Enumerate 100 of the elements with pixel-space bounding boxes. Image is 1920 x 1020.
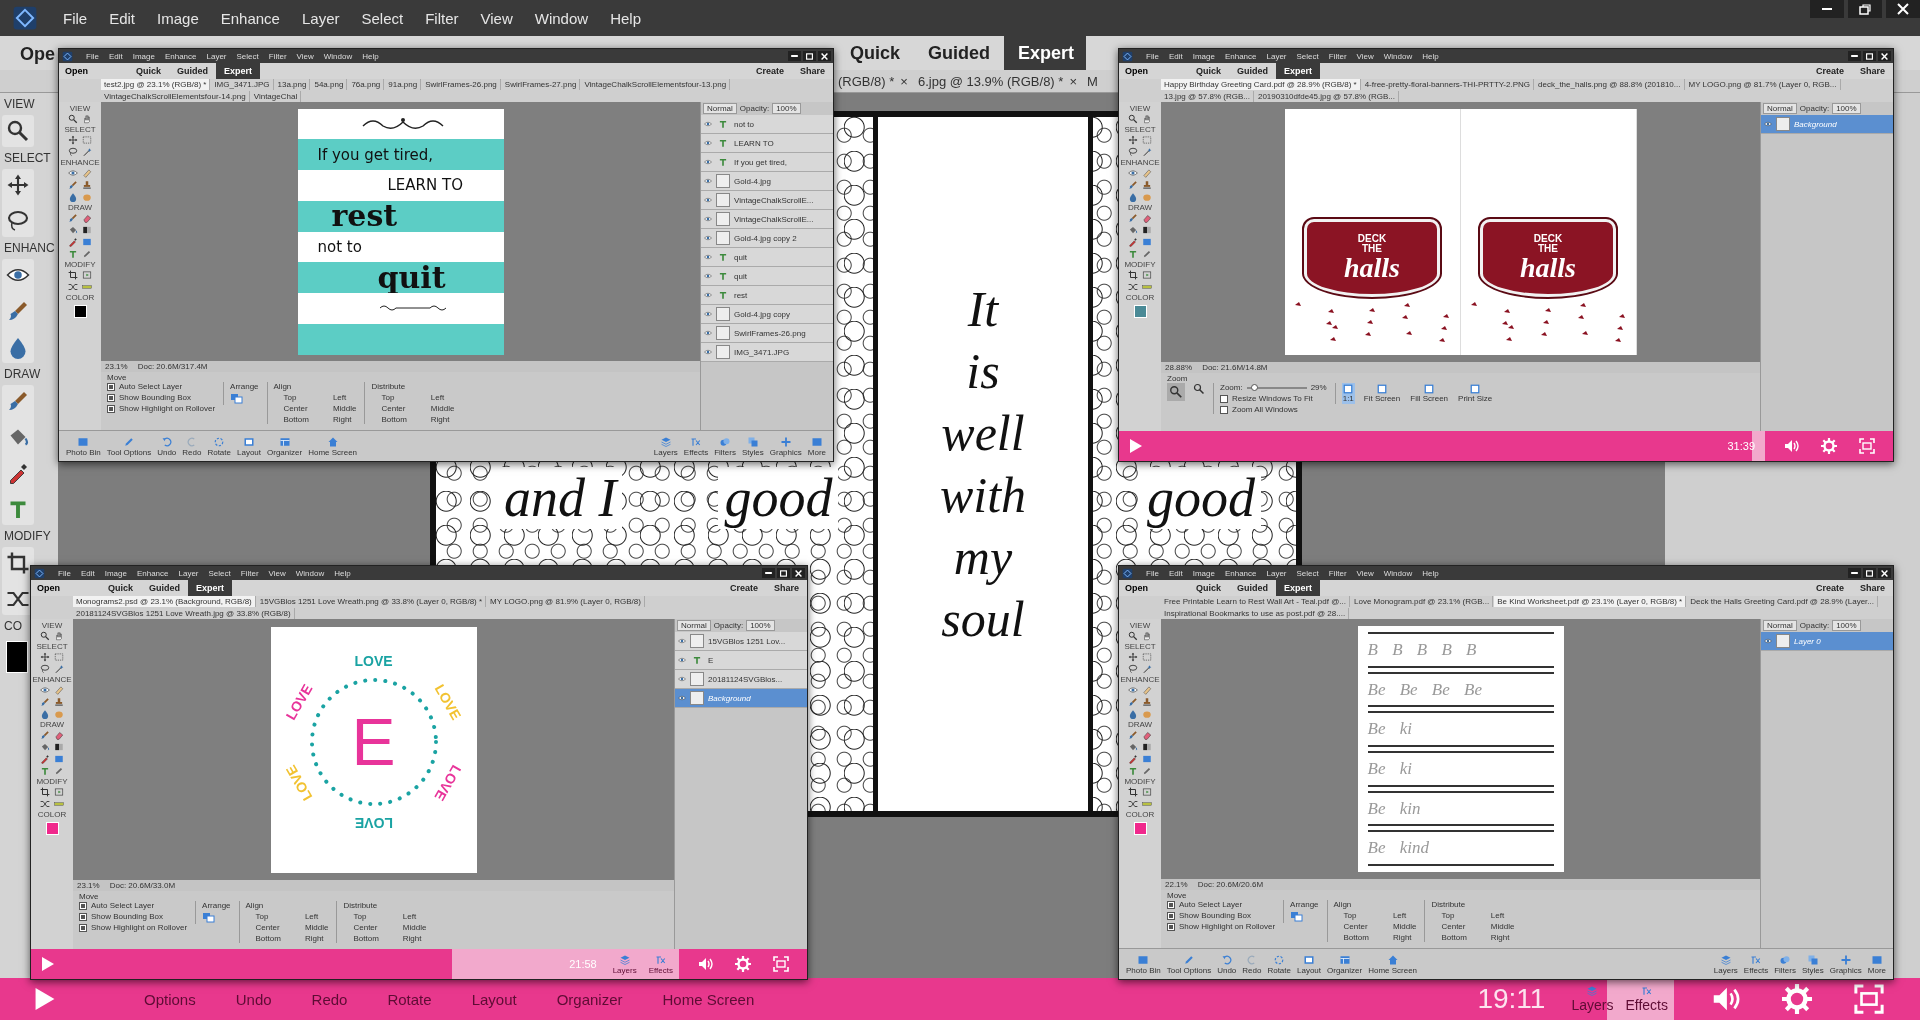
align-option[interactable]: Top xyxy=(1333,911,1369,920)
menu-item[interactable]: Image xyxy=(1187,568,1220,578)
bucket-icon[interactable] xyxy=(1128,742,1138,752)
layer-row[interactable]: not to xyxy=(701,115,833,134)
mode-tab[interactable]: Expert xyxy=(216,63,261,79)
menu-item[interactable]: Layer xyxy=(201,51,232,61)
foreground-color-swatch[interactable] xyxy=(1133,822,1147,835)
toolbar-button[interactable]: Graphics xyxy=(1826,953,1865,975)
menu-item[interactable]: Window xyxy=(1378,51,1418,61)
wand-icon[interactable] xyxy=(1142,664,1152,674)
toolbar-button[interactable]: Layout xyxy=(1294,953,1325,975)
layer-row[interactable]: If you get tired, xyxy=(701,153,833,172)
mode-tab[interactable]: Guided xyxy=(169,63,217,79)
layer-row[interactable]: LEARN TO xyxy=(701,134,833,153)
mode-tab[interactable]: Expert xyxy=(1276,580,1321,596)
align-option[interactable]: Middle xyxy=(1382,922,1417,931)
layer-row[interactable]: Gold-4.jpg copy 2 xyxy=(701,229,833,248)
document-tab[interactable]: VintageChalkScrollElementsfour-13.png xyxy=(581,79,731,90)
create-button[interactable]: Create xyxy=(1807,63,1852,79)
bucket-icon[interactable] xyxy=(1128,225,1138,235)
layer-row[interactable]: VintageChalkScrollE... xyxy=(701,191,833,210)
minimize-button[interactable] xyxy=(1848,568,1861,578)
type-icon[interactable] xyxy=(40,766,50,776)
toolbar-button[interactable]: Filters xyxy=(1771,953,1799,975)
restore-button[interactable] xyxy=(777,568,790,578)
foreground-color-swatch[interactable] xyxy=(73,305,87,318)
mode-tab[interactable]: Guided xyxy=(141,580,189,596)
toolbar-button[interactable]: More xyxy=(1864,953,1889,975)
menu-item[interactable]: File xyxy=(1141,51,1164,61)
lasso-icon[interactable] xyxy=(40,664,50,674)
document-tab[interactable]: 15VGBlos 1251 Love Wreath.png @ 33.8% (Layer 0, RGB/8) * xyxy=(256,596,487,607)
document-tab[interactable]: 4-free-pretty-floral-banners-THI-PRTTY-2.PNG xyxy=(1361,79,1535,90)
lasso-icon[interactable] xyxy=(68,147,78,157)
toolbar-button[interactable]: Photo Bin xyxy=(1123,953,1164,975)
brush-icon[interactable] xyxy=(68,213,78,223)
toolbar-button[interactable]: Tool Options xyxy=(103,435,155,457)
checkbox[interactable] xyxy=(1167,900,1175,909)
toolbar-button[interactable]: Redo xyxy=(1239,953,1265,975)
crop-icon[interactable] xyxy=(68,270,78,280)
menu-item[interactable]: Help xyxy=(1417,51,1444,61)
menu-item[interactable]: Help xyxy=(1417,568,1444,578)
brush-icon[interactable] xyxy=(40,697,50,707)
view-button[interactable]: Fit Screen xyxy=(1362,383,1402,404)
menu-item[interactable]: Select xyxy=(1291,568,1324,578)
align-option[interactable]: Bottom xyxy=(1333,933,1369,942)
bandage-icon[interactable] xyxy=(1142,685,1152,695)
mode-tab[interactable]: Expert xyxy=(1004,36,1087,70)
crop-icon[interactable] xyxy=(40,787,50,797)
checkbox[interactable] xyxy=(107,382,115,391)
checkbox[interactable] xyxy=(1220,405,1228,414)
toolbar-button[interactable]: Layout xyxy=(234,435,265,457)
menu-item[interactable]: Window xyxy=(318,51,358,61)
arrange-icon[interactable] xyxy=(1290,911,1305,923)
menu-item[interactable]: Filter xyxy=(1323,51,1352,61)
brush-icon[interactable] xyxy=(1128,730,1138,740)
stamp-icon[interactable] xyxy=(54,697,64,707)
share-button[interactable]: Share xyxy=(792,63,833,79)
create-button[interactable]: Create xyxy=(1807,580,1852,596)
zoom-slider[interactable] xyxy=(1246,386,1307,389)
blend-mode-dropdown[interactable]: Normal xyxy=(1763,620,1797,631)
toolbar-button[interactable]: Home Screen xyxy=(305,435,361,457)
hand-icon[interactable] xyxy=(54,631,64,641)
panel-button[interactable]: Effects xyxy=(642,953,679,975)
hand-icon[interactable] xyxy=(1142,114,1152,124)
app-logo-icon[interactable] xyxy=(34,567,45,579)
share-button[interactable]: Share xyxy=(1852,63,1893,79)
toolbar-button[interactable]: Filters xyxy=(711,435,739,457)
opacity-field[interactable]: 100% xyxy=(1832,620,1861,631)
checkbox[interactable] xyxy=(79,923,87,932)
checkbox[interactable] xyxy=(79,901,87,910)
align-option[interactable]: Center xyxy=(1333,922,1369,931)
align-option[interactable]: Bottom xyxy=(245,934,281,943)
gradient-icon[interactable] xyxy=(1142,742,1152,752)
foreground-color-swatch[interactable] xyxy=(6,641,28,673)
align-option[interactable]: Bottom xyxy=(343,934,379,943)
magnifier-icon[interactable] xyxy=(1128,114,1138,124)
align-option[interactable]: Left xyxy=(294,912,329,921)
brush-icon[interactable] xyxy=(6,299,30,323)
menu-item[interactable]: Filter xyxy=(414,9,470,27)
toolbar-button[interactable]: More xyxy=(804,435,829,457)
crop-icon[interactable] xyxy=(1128,787,1138,797)
align-option[interactable]: Left xyxy=(322,393,357,402)
brush-icon[interactable] xyxy=(6,389,30,413)
open-button[interactable]: Open xyxy=(1119,580,1148,596)
menu-item[interactable]: Layer xyxy=(173,568,204,578)
document-tab[interactable]: 54a.png xyxy=(311,79,348,90)
menu-item[interactable]: Enhance xyxy=(1219,568,1262,578)
opacity-field[interactable]: 100% xyxy=(746,620,775,631)
magnifier-icon[interactable] xyxy=(68,114,78,124)
wand-icon[interactable] xyxy=(54,664,64,674)
toolbar-button[interactable]: Home Screen xyxy=(1365,953,1421,975)
document-tab[interactable]: MY LOGO.png @ 81.7% (Layer 0, RGB... xyxy=(1685,79,1841,90)
drop-icon[interactable] xyxy=(40,709,50,719)
restore-button[interactable] xyxy=(1863,568,1876,578)
align-option[interactable]: Center xyxy=(343,923,379,932)
mode-tab[interactable]: Quick xyxy=(100,580,142,596)
align-option[interactable]: Top xyxy=(245,912,281,921)
align-option[interactable]: Middle xyxy=(420,404,455,413)
slider-thumb[interactable] xyxy=(1250,383,1258,391)
open-button[interactable]: Open xyxy=(59,63,88,79)
